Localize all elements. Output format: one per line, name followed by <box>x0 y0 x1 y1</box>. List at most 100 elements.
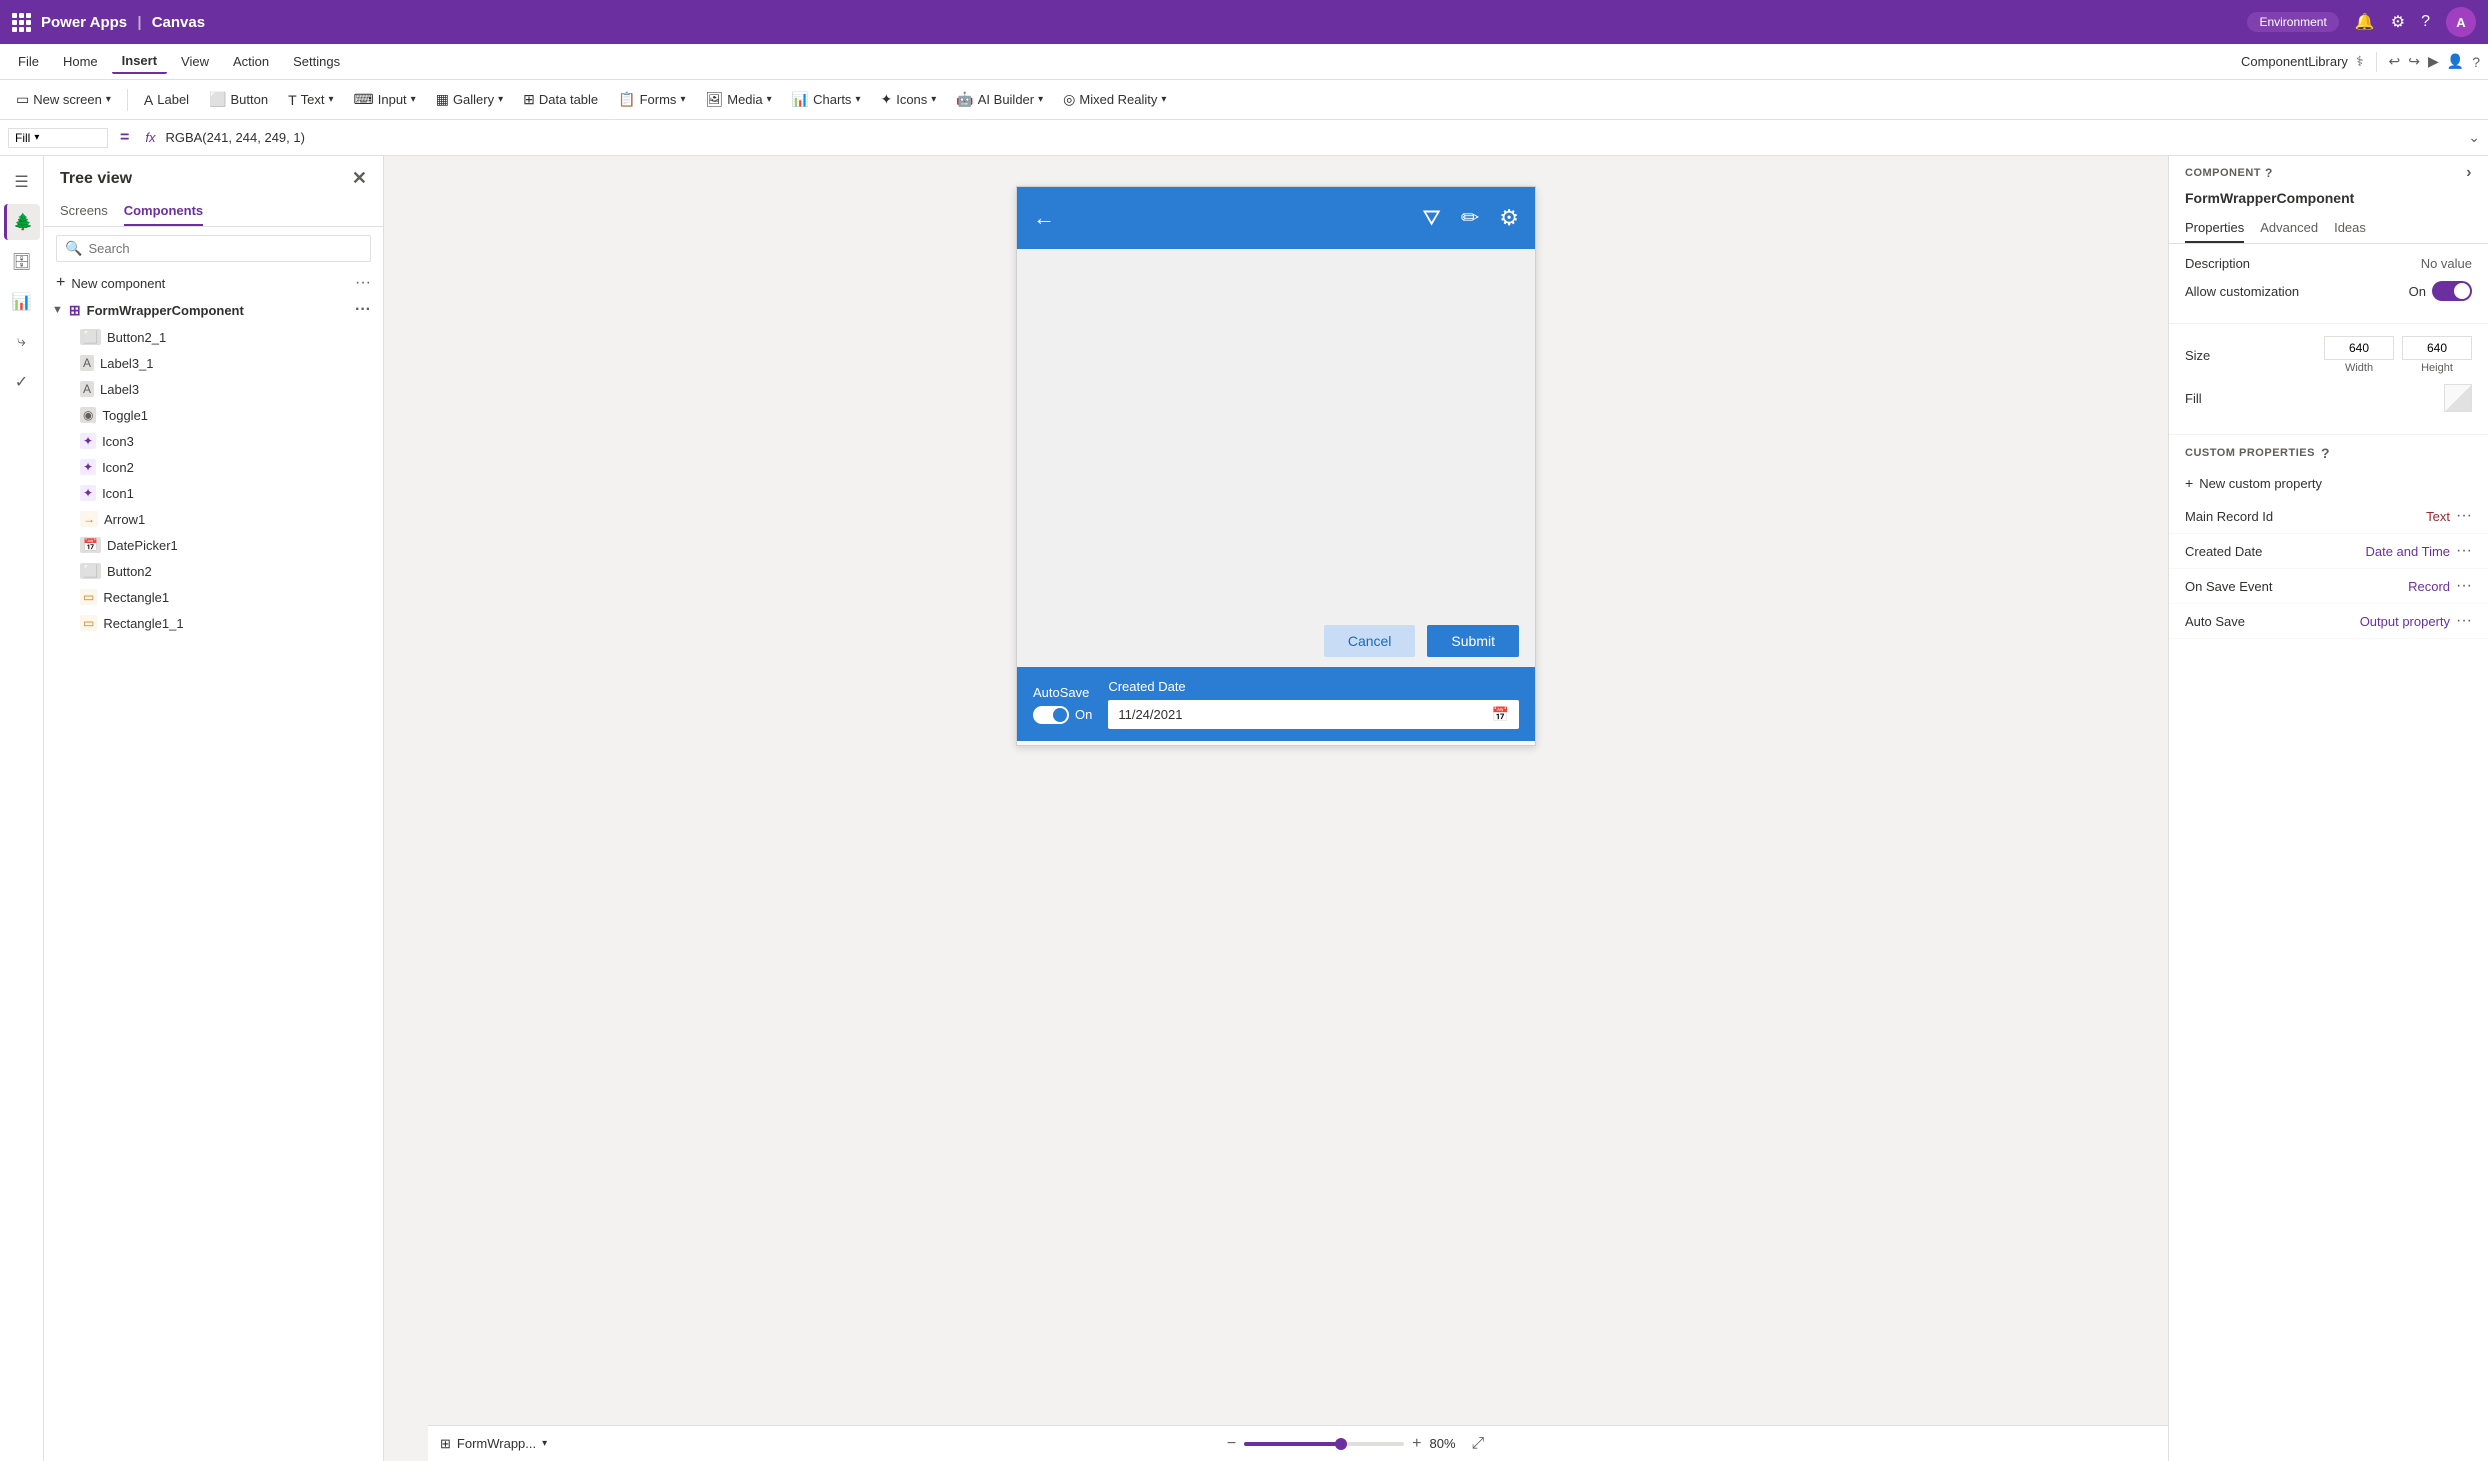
formula-bar: Fill ▾ = fx ⌄ <box>0 120 2488 156</box>
tree-item-label3-1[interactable]: A Label3_1 <box>44 350 383 376</box>
sidebar-icon-checks[interactable]: ✓ <box>4 364 40 400</box>
tree-item-label3[interactable]: A Label3 <box>44 376 383 402</box>
component-more-icon[interactable]: ··· <box>355 301 371 319</box>
tab-components[interactable]: Components <box>124 197 203 226</box>
environment-pill[interactable]: Environment <box>2247 12 2338 32</box>
sidebar-icon-routes[interactable]: ⤷ <box>4 324 40 360</box>
toolbar-button[interactable]: ⬜ Button <box>201 87 276 112</box>
waffle-icon[interactable] <box>12 13 31 32</box>
tree-item-icon3[interactable]: ✦ Icon3 <box>44 428 383 454</box>
formula-input[interactable] <box>165 130 2462 145</box>
filter-icon[interactable]: ⛛ <box>1422 205 1440 231</box>
sidebar-icon-menu[interactable]: ☰ <box>4 164 40 200</box>
tab-properties[interactable]: Properties <box>2185 214 2244 243</box>
tree-item-button2[interactable]: ⬜ Button2 <box>44 558 383 584</box>
tab-ideas[interactable]: Ideas <box>2334 214 2366 243</box>
expand-formula-icon[interactable]: ⌄ <box>2468 129 2480 146</box>
edit-icon[interactable]: ✏ <box>1461 205 1479 231</box>
menu-home[interactable]: Home <box>53 50 108 73</box>
tree-item-icon2[interactable]: ✦ Icon2 <box>44 454 383 480</box>
footer-date-input[interactable]: 11/24/2021 📅 <box>1108 700 1519 729</box>
property-dropdown[interactable]: Fill ▾ <box>8 128 108 148</box>
tree-item-datepicker1[interactable]: 📅 DatePicker1 <box>44 532 383 558</box>
stethoscope-icon[interactable]: ⚕ <box>2356 53 2364 70</box>
fill-label: Fill <box>2185 391 2202 406</box>
component-library-label[interactable]: ComponentLibrary <box>2241 54 2348 69</box>
autosave-label: AutoSave <box>1033 685 1092 700</box>
toolbar-mixed-reality[interactable]: ◎ Mixed Reality ▾ <box>1055 87 1174 112</box>
forms-icon: 📋 <box>618 91 635 108</box>
fill-color-swatch[interactable] <box>2444 384 2472 412</box>
zoom-minus-button[interactable]: − <box>1227 1435 1236 1453</box>
prop-more-icon[interactable]: ··· <box>2456 577 2472 595</box>
tree-close-icon[interactable]: ✕ <box>352 168 367 189</box>
toolbar-media[interactable]: 🖼 Media ▾ <box>697 87 779 112</box>
tree-component-root[interactable]: ▼ ⊞ FormWrapperComponent ··· <box>44 296 383 324</box>
toolbar-label[interactable]: A Label <box>136 88 197 112</box>
prop-more-icon[interactable]: ··· <box>2456 612 2472 630</box>
tree-item-rectangle1-1[interactable]: ▭ Rectangle1_1 <box>44 610 383 636</box>
toolbar-forms[interactable]: 📋 Forms ▾ <box>610 87 693 112</box>
tree-item-toggle1[interactable]: ◉ Toggle1 <box>44 402 383 428</box>
width-input[interactable] <box>2324 336 2394 360</box>
sidebar-icon-tree[interactable]: 🌲 <box>4 204 40 240</box>
panel-collapse-icon[interactable]: › <box>2466 164 2472 182</box>
user-avatar[interactable]: A <box>2446 7 2476 37</box>
sidebar-icon-data[interactable]: 🗄 <box>4 244 40 280</box>
toolbar-icons[interactable]: ✦ Icons ▾ <box>872 87 944 112</box>
add-custom-property-button[interactable]: + New custom property <box>2169 467 2488 499</box>
sidebar-icon-analytics[interactable]: 📊 <box>4 284 40 320</box>
custom-prop-main-record-id: Main Record Id Text ··· <box>2169 499 2488 534</box>
search-input[interactable] <box>88 241 362 256</box>
prop-more-icon[interactable]: ··· <box>2456 507 2472 525</box>
fullscreen-icon[interactable]: ⤢ <box>1472 1435 1485 1453</box>
screen-dropdown-icon[interactable]: ▾ <box>542 1438 547 1449</box>
submit-button[interactable]: Submit <box>1427 625 1519 657</box>
height-input[interactable] <box>2402 336 2472 360</box>
menu-view[interactable]: View <box>171 50 219 73</box>
toolbar-charts[interactable]: 📊 Charts ▾ <box>784 87 869 112</box>
component-help-icon[interactable]: ? <box>2265 166 2273 180</box>
menu-settings[interactable]: Settings <box>283 50 350 73</box>
user-icon[interactable]: 👤 <box>2447 53 2464 70</box>
toolbar-data-table[interactable]: ⊞ Data table <box>515 87 606 112</box>
canvas-footer: AutoSave On Created Date 11/24/2021 📅 <box>1017 667 1535 741</box>
menu-insert[interactable]: Insert <box>112 49 167 74</box>
settings-icon[interactable]: ⚙ <box>2391 12 2405 32</box>
toggle-track[interactable] <box>1033 706 1069 724</box>
help-icon[interactable]: ? <box>2421 13 2430 31</box>
main-layout: ☰ 🌲 🗄 📊 ⤷ ✓ Tree view ✕ Screens Componen… <box>0 156 2488 1461</box>
custom-properties-help-icon[interactable]: ? <box>2321 445 2330 461</box>
toolbar-text[interactable]: T Text ▾ <box>280 88 341 112</box>
tree-item-icon1[interactable]: ✦ Icon1 <box>44 480 383 506</box>
tab-advanced[interactable]: Advanced <box>2260 214 2318 243</box>
cancel-button[interactable]: Cancel <box>1324 625 1416 657</box>
tab-screens[interactable]: Screens <box>60 197 108 226</box>
label-icon: A <box>144 92 153 108</box>
toolbar-ai-builder[interactable]: 🤖 AI Builder ▾ <box>948 87 1051 112</box>
bell-icon[interactable]: 🔔 <box>2355 12 2375 32</box>
tree-item-arrow1[interactable]: → Arrow1 <box>44 506 383 532</box>
undo-icon[interactable]: ↩ <box>2389 53 2401 70</box>
prop-more-icon[interactable]: ··· <box>2456 542 2472 560</box>
allow-customization-value: On <box>2409 284 2426 299</box>
toolbar-new-screen[interactable]: ▭ New screen ▾ <box>8 87 119 112</box>
tree-item-button2-1[interactable]: ⬜ Button2_1 <box>44 324 383 350</box>
menu-action[interactable]: Action <box>223 50 279 73</box>
toolbar-gallery[interactable]: ▦ Gallery ▾ <box>428 87 511 112</box>
tree-item-rectangle1[interactable]: ▭ Rectangle1 <box>44 584 383 610</box>
zoom-slider[interactable] <box>1244 1442 1404 1446</box>
help-menu-icon[interactable]: ? <box>2472 54 2480 70</box>
redo-icon[interactable]: ↪ <box>2408 53 2420 70</box>
menu-file[interactable]: File <box>8 50 49 73</box>
back-arrow-icon[interactable]: ← <box>1033 205 1055 231</box>
zoom-plus-button[interactable]: + <box>1412 1435 1421 1453</box>
gear-canvas-icon[interactable]: ⚙ <box>1499 205 1519 231</box>
footer-right: Created Date 11/24/2021 📅 <box>1108 679 1519 729</box>
calendar-icon[interactable]: 📅 <box>1492 706 1509 723</box>
play-icon[interactable]: ▶ <box>2428 53 2439 70</box>
allow-customization-toggle[interactable] <box>2432 281 2472 301</box>
toolbar-input[interactable]: ⌨ Input ▾ <box>346 87 424 112</box>
icon-item-icon: ✦ <box>80 433 96 449</box>
add-component-button[interactable]: + New component ··· <box>44 270 383 296</box>
